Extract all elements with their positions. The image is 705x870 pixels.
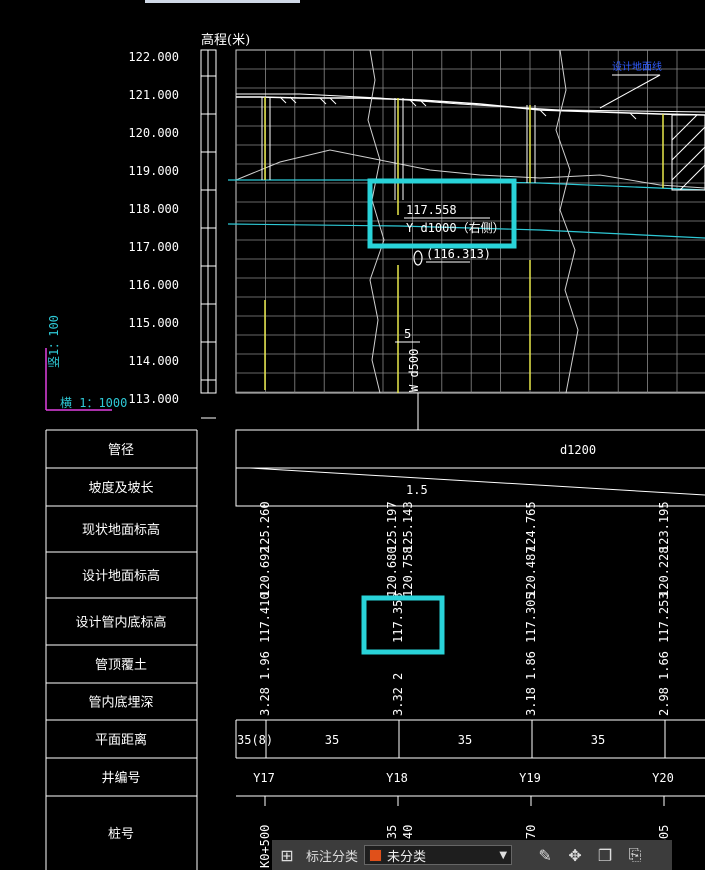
pipe-size-value: d1200 <box>560 443 596 457</box>
scale-vertical: 竖1：100 <box>47 315 61 368</box>
distance-first: 35(8) <box>237 733 273 747</box>
category-swatch <box>369 848 383 862</box>
category-label: 标注分类 <box>306 849 359 865</box>
elevation-tick: 114.000 <box>128 354 179 368</box>
elevation-tick: 119.000 <box>128 164 179 178</box>
row-label: 设计管内底标高 <box>75 615 166 631</box>
row-label: 平面距离 <box>95 732 147 748</box>
table-cell: 125.197 <box>385 501 399 552</box>
category-select[interactable]: 未分类 ▼ <box>364 845 513 865</box>
elevation-tick-labels: 122.000 121.000 120.000 119.000 118.000 117.0… <box>128 50 179 406</box>
table-cell: 125.260 <box>258 501 272 552</box>
paste-icon[interactable]: ⎘ <box>624 844 646 866</box>
row-label: 管顶覆土 <box>95 658 147 673</box>
row-label: 管径 <box>108 443 134 458</box>
move-icon[interactable]: ✥ <box>564 844 586 866</box>
elevation-tick: 118.000 <box>128 202 179 216</box>
row-label: 现状地面标高 <box>82 522 160 538</box>
table-cell: 120.680 <box>385 546 399 597</box>
table-row-labels: 管径坡度及坡长现状地面标高设计地面标高设计管内底标高管顶覆土管内底埋深平面距离井… <box>75 443 166 842</box>
table-cell: 3.18 <box>524 687 538 716</box>
dim-value: 5 <box>404 327 411 341</box>
table-cell: 1.96 <box>258 651 272 680</box>
table-cell: 1.86 <box>524 651 538 680</box>
table-cell: 120.692 <box>258 546 272 597</box>
cad-drawing: 高程(米) 122.000 121.000 120.000 119.000 118.00… <box>45 32 705 870</box>
row-label: 井编号 <box>101 771 140 786</box>
row-label: 坡度及坡长 <box>88 480 153 496</box>
table-cell: 117.253 <box>657 592 671 643</box>
table-values: 125.260120.692117.410 1.96 3.28 Y17 K0+500 12… <box>237 501 674 868</box>
table-cell: 3.28 <box>258 687 272 716</box>
chevron-down-icon: ▼ <box>499 849 508 861</box>
table-cell: 2.98 <box>657 687 671 716</box>
grid-view-icon[interactable]: ⊞ <box>276 844 298 866</box>
scale-horizontal: 横 1：1000 <box>60 396 127 410</box>
table-cell: 125.143 <box>401 501 415 552</box>
row-label: 桩号 <box>108 827 134 842</box>
row-label: 管内底埋深 <box>88 695 153 711</box>
well-id: Y17 <box>253 771 275 785</box>
elevation-tick: 121.000 <box>128 88 179 102</box>
table-cell: 117.410 <box>258 592 272 643</box>
well-id: Y20 <box>652 771 674 785</box>
table-cell: 123.195 <box>657 501 671 552</box>
table-cell: K0+500 <box>258 825 272 868</box>
callout-pipe: Y d1000（右侧） <box>406 220 505 235</box>
table-cell: 124.765 <box>524 501 538 552</box>
slope-value: 1.5 <box>406 483 428 497</box>
table-cell: 120.758 <box>401 546 415 597</box>
elevation-tick: 113.000 <box>128 392 179 406</box>
elevation-tick: 116.000 <box>128 278 179 292</box>
design-ground-label: 设计地面线 <box>612 60 662 73</box>
distance-value: 35 <box>591 733 605 747</box>
elevation-tick: 122.000 <box>128 50 179 64</box>
table-cell: 120.487 <box>524 546 538 597</box>
edit-icon[interactable]: ✎ <box>534 844 556 866</box>
pipe-label: W d500 <box>407 349 421 392</box>
table-cell: 117.305 <box>524 592 538 643</box>
table-cell: 3.32 <box>391 687 405 716</box>
table-cell: 1.66 <box>657 651 671 680</box>
slope-line <box>249 467 705 496</box>
category-value: 未分类 <box>387 849 427 865</box>
elevation-tick: 115.000 <box>128 316 179 330</box>
annotation-toolbar: ⊞ 标注分类 未分类 ▼ ✎ ✥ ❐ ⎘ <box>272 840 672 870</box>
elevation-axis-label: 高程(米) <box>201 32 250 48</box>
row-label: 设计地面标高 <box>82 568 160 584</box>
well-id: Y19 <box>519 771 541 785</box>
well-id: Y18 <box>386 771 408 785</box>
callout-elevation: 117.558 <box>406 203 457 217</box>
existing-ground-line <box>236 96 705 116</box>
distance-value: 35 <box>325 733 339 747</box>
table-cell: 120.228 <box>657 546 671 597</box>
copy-icon[interactable]: ❐ <box>594 844 616 866</box>
callout-lower: (116.313) <box>426 247 491 261</box>
elevation-tick: 117.000 <box>128 240 179 254</box>
distance-value: 35 <box>458 733 472 747</box>
elevation-tick: 120.000 <box>128 126 179 140</box>
table-cell: 2 <box>391 673 405 680</box>
pipe-section-icon <box>413 250 423 266</box>
